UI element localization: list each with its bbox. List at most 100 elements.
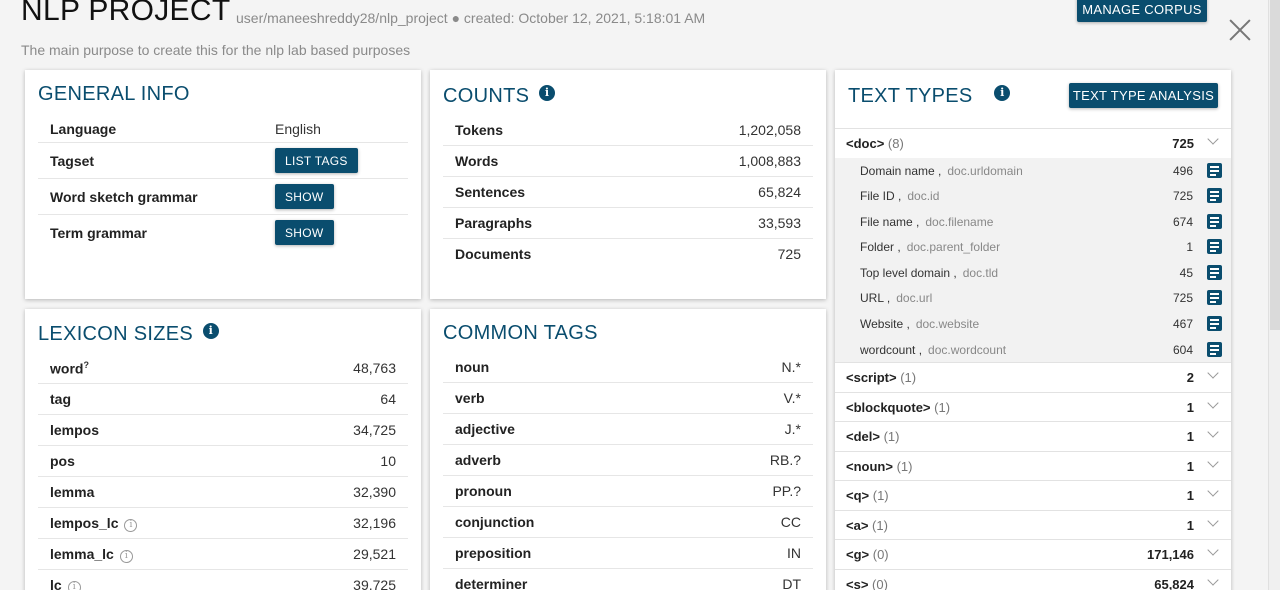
structure-row-doc[interactable]: <doc> (8) 725 — [835, 128, 1231, 158]
structure-value: 171,146 — [1147, 547, 1194, 563]
manage-corpus-button[interactable]: MANAGE CORPUS — [1077, 0, 1207, 22]
lexicon-row: lempos 34,725 — [38, 415, 408, 446]
row-key: Words — [455, 153, 499, 169]
list-icon[interactable] — [1207, 239, 1222, 255]
attribute-id: doc.id — [907, 189, 940, 204]
chevron-down-icon[interactable] — [1207, 426, 1219, 438]
structure-row[interactable]: <g> (0) 171,146 — [835, 539, 1231, 569]
attribute-label: Folder , — [860, 240, 901, 255]
info-icon[interactable]: i — [994, 85, 1011, 101]
info-icon[interactable]: i — [202, 323, 219, 339]
structure-row[interactable]: <q> (1) 1 — [835, 480, 1231, 510]
chevron-down-icon[interactable] — [1207, 397, 1219, 409]
row-value: J.* — [784, 421, 801, 437]
question-mark-icon[interactable]: ? — [83, 360, 89, 370]
show-term-grammar-button[interactable]: SHOW — [275, 220, 334, 245]
row-value: 33,593 — [758, 215, 801, 231]
row-value: DT — [782, 576, 801, 590]
help-circle-icon[interactable]: i — [67, 581, 81, 590]
row-value: 34,725 — [353, 422, 396, 438]
lexicon-row: lc i 39,725 — [38, 570, 408, 590]
page-header: NLP PROJECT user/maneeshreddy28/nlp_proj… — [0, 0, 1268, 62]
chevron-down-icon[interactable] — [1207, 515, 1219, 527]
page-scrollbar[interactable] — [1268, 0, 1280, 590]
structure-tag-name: <g> — [846, 547, 870, 563]
list-icon[interactable] — [1207, 316, 1222, 332]
attribute-id: doc.urldomain — [947, 163, 1023, 178]
lexicon-row: tag 64 — [38, 384, 408, 415]
structure-attr-count: (8) — [887, 136, 904, 151]
chevron-down-icon[interactable] — [1207, 574, 1219, 586]
row-key: pos — [50, 453, 75, 469]
attribute-label: wordcount , — [860, 342, 923, 357]
counts-table: Tokens 1,202,058 Words 1,008,883 Sentences… — [443, 115, 813, 270]
row-value: RB.? — [769, 452, 801, 468]
scrollbar-thumb[interactable] — [1270, 0, 1280, 330]
attribute-label: URL , — [860, 291, 891, 306]
help-circle-icon[interactable]: i — [119, 550, 133, 563]
list-icon[interactable] — [1207, 264, 1222, 280]
chevron-down-icon[interactable] — [1207, 485, 1219, 497]
tag-row: adjective J.* — [443, 414, 813, 445]
structure-tag-name: <a> — [846, 517, 869, 533]
text-type-analysis-button[interactable]: TEXT TYPE ANALYSIS — [1069, 83, 1218, 108]
chevron-down-icon[interactable] — [1207, 367, 1219, 379]
attribute-label: File name , — [860, 214, 920, 229]
list-icon[interactable] — [1207, 188, 1222, 204]
attribute-value: 1 — [1186, 240, 1193, 255]
general-info-row-tagset: Tagset LIST TAGS — [38, 143, 408, 179]
close-icon[interactable] — [1226, 16, 1254, 44]
row-key-text: lempos_lc — [50, 515, 119, 531]
chevron-down-icon[interactable] — [1207, 456, 1219, 468]
counts-row: Paragraphs 33,593 — [443, 208, 813, 239]
structure-tag-name: <doc> — [846, 136, 885, 151]
attribute-id: doc.filename — [925, 214, 994, 229]
row-key-text: lemma_lc — [50, 546, 114, 562]
chevron-down-icon[interactable] — [1207, 133, 1219, 145]
chevron-down-icon[interactable] — [1207, 544, 1219, 556]
attribute-row: File name , doc.filename 674 — [835, 209, 1231, 235]
attribute-row: Folder , doc.parent_folder 1 — [835, 234, 1231, 260]
row-key: adverb — [455, 452, 501, 468]
attribute-name: File name , doc.filename — [860, 215, 993, 229]
common-tags-title: COMMON TAGS — [443, 322, 598, 344]
general-info-row-language: Language English — [38, 116, 408, 143]
list-icon[interactable] — [1207, 341, 1222, 357]
structure-value: 65,824 — [1154, 576, 1194, 590]
info-icon[interactable]: i — [539, 85, 556, 101]
structure-attr-count: (0) — [872, 576, 888, 590]
list-icon[interactable] — [1207, 290, 1222, 306]
structure-tag-name: <blockquote> — [846, 399, 931, 415]
tag-row: adverb RB.? — [443, 445, 813, 476]
list-tags-button[interactable]: LIST TAGS — [275, 148, 358, 173]
list-icon[interactable] — [1207, 162, 1222, 178]
corpus-description: The main purpose to create this for the … — [21, 42, 411, 58]
help-circle-icon[interactable]: i — [124, 519, 138, 532]
attribute-row: URL , doc.url 725 — [835, 285, 1231, 311]
attribute-value: 725 — [1172, 189, 1193, 204]
counts-row: Tokens 1,202,058 — [443, 115, 813, 146]
row-value: 725 — [777, 246, 801, 262]
structure-row[interactable]: <blockquote> (1) 1 — [835, 391, 1231, 422]
row-key: adjective — [455, 421, 515, 437]
attribute-id: doc.wordcount — [928, 342, 1007, 357]
structure-row[interactable]: <s> (0) 65,824 — [835, 568, 1231, 590]
tag-row: noun N.* — [443, 352, 813, 383]
structure-row[interactable]: <del> (1) 1 — [835, 421, 1231, 451]
row-key: preposition — [455, 545, 532, 561]
row-key: lempos_lc i — [50, 515, 138, 532]
structure-row[interactable]: <script> (1) 2 — [835, 362, 1231, 392]
attribute-label: Website , — [860, 317, 910, 332]
attribute-value: 467 — [1172, 317, 1193, 332]
structure-row[interactable]: <noun> (1) 1 — [835, 450, 1231, 481]
lexicon-row: lempos_lc i 32,196 — [38, 508, 408, 539]
row-value: IN — [787, 545, 801, 561]
general-info-row-wsgrammar: Word sketch grammar SHOW — [38, 179, 408, 215]
attribute-id: doc.tld — [962, 265, 999, 280]
attribute-name: Top level domain , doc.tld — [860, 266, 998, 280]
show-word-sketch-grammar-button[interactable]: SHOW — [275, 184, 334, 209]
structure-attr-count: (1) — [872, 488, 889, 504]
structure-attr-count: (1) — [883, 429, 900, 445]
structure-row[interactable]: <a> (1) 1 — [835, 509, 1231, 540]
list-icon[interactable] — [1207, 213, 1222, 229]
